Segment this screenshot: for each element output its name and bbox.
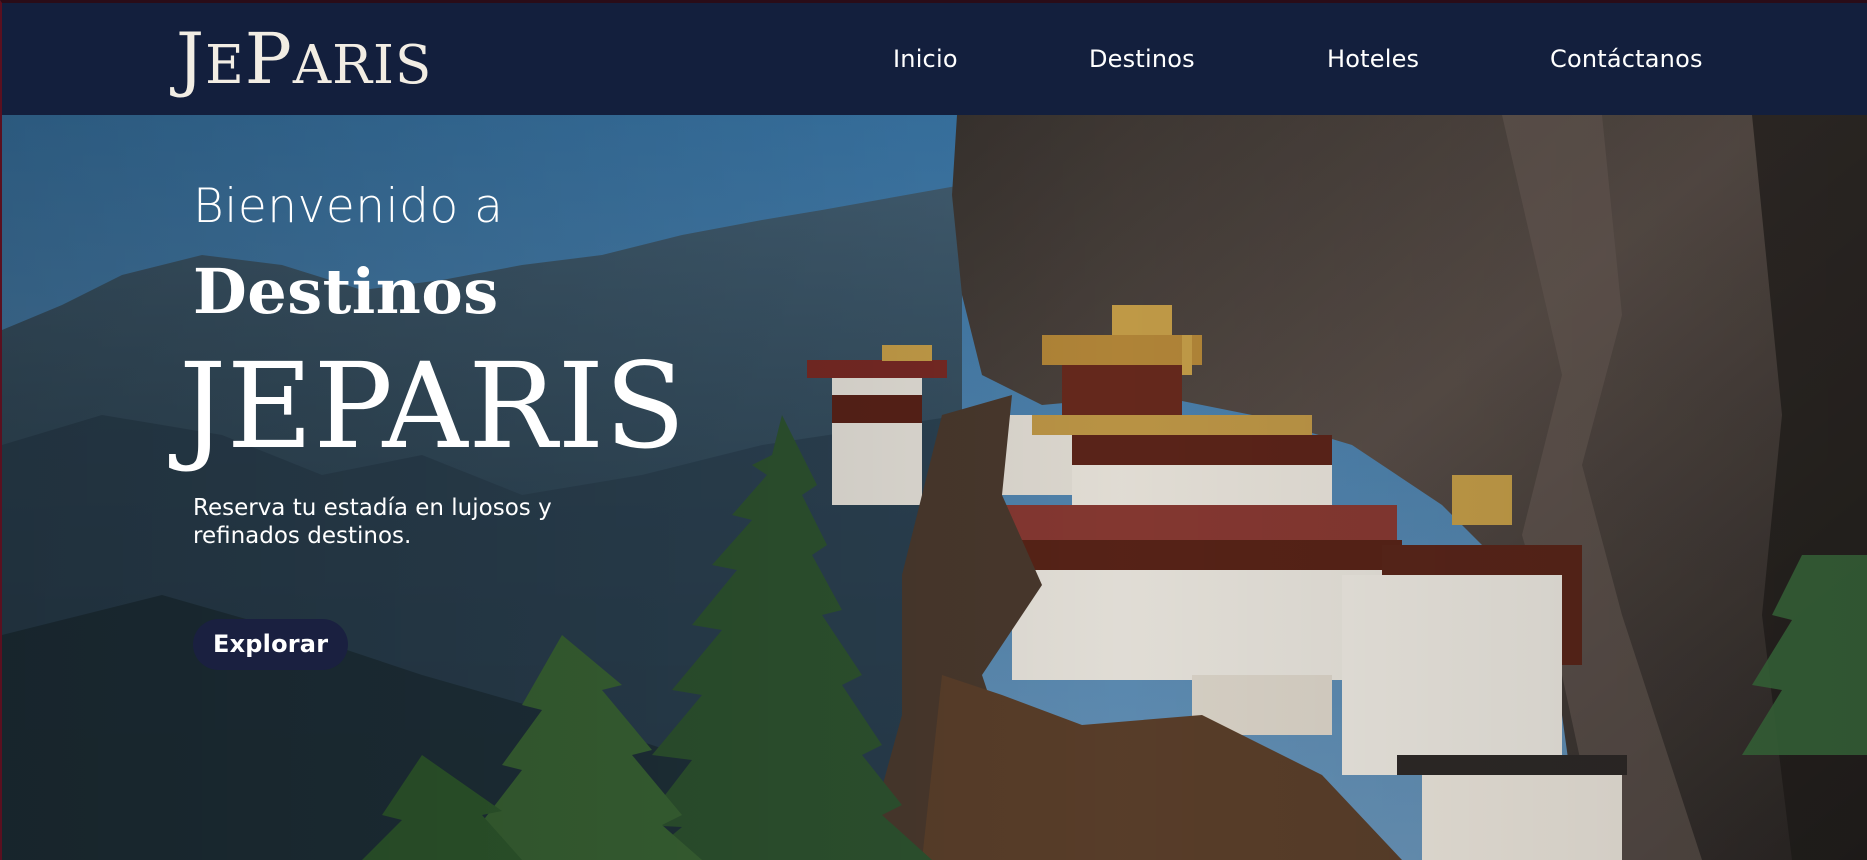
hero-destinos-heading: Destinos: [193, 255, 499, 328]
hero-subtitle: Reserva tu estadía en lujosos y refinado…: [193, 494, 613, 550]
hero-welcome-text: Bienvenido a: [193, 179, 504, 234]
hero-subtitle-line-1: Reserva tu estadía en lujosos y: [193, 495, 552, 521]
hero-brand-title: JEPARIS: [179, 337, 687, 475]
hero-subtitle-line-2: refinados destinos.: [193, 523, 412, 549]
nav-link-contactanos[interactable]: Contáctanos: [1550, 45, 1703, 73]
nav-link-hoteles[interactable]: Hoteles: [1327, 45, 1419, 73]
nav-link-inicio[interactable]: Inicio: [893, 45, 958, 73]
nav-link-destinos[interactable]: Destinos: [1089, 45, 1195, 73]
explore-button[interactable]: Explorar: [193, 619, 349, 670]
navbar: JEPARIS Inicio Destinos Hoteles Contácta…: [2, 3, 1867, 115]
main-nav: Inicio Destinos Hoteles Contáctanos: [2, 3, 1867, 115]
hero-section: Bienvenido a Destinos JEPARIS Reserva tu…: [2, 115, 1867, 860]
